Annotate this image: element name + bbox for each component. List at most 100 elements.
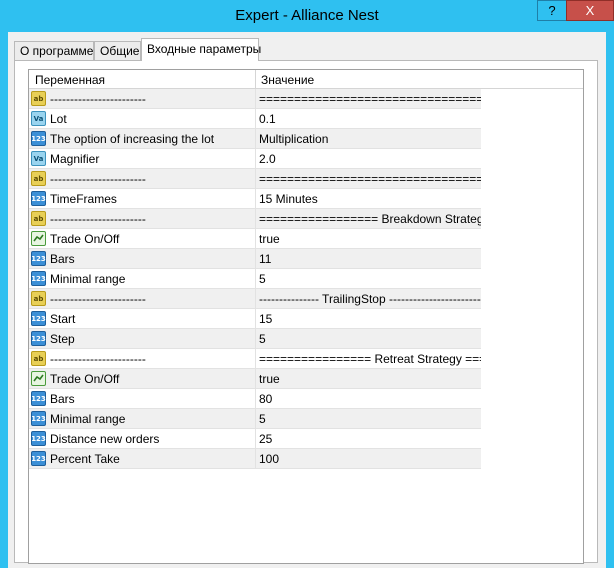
tab-input-parameters[interactable]: Входные параметры <box>141 38 261 61</box>
parameter-name: Start <box>50 312 76 326</box>
cell-divider <box>255 429 256 449</box>
parameter-value[interactable]: --------------- TrailingStop -----------… <box>259 292 481 306</box>
boolean-icon <box>31 371 46 386</box>
window-title: Expert - Alliance Nest <box>235 7 379 24</box>
table-row[interactable]: 123 Start 15 <box>29 309 481 329</box>
parameter-value[interactable]: 11 <box>259 252 481 266</box>
parameter-value[interactable]: true <box>259 372 481 386</box>
cell-divider <box>255 89 256 109</box>
parameter-name: Minimal range <box>50 272 126 286</box>
cell-divider <box>255 369 256 389</box>
table-row[interactable]: ab ------------------------ ==============… <box>29 209 481 229</box>
table-row[interactable]: Trade On/Off true <box>29 229 481 249</box>
window-frame-left <box>0 32 8 568</box>
parameter-value[interactable]: 5 <box>259 412 481 426</box>
parameter-name: TimeFrames <box>50 192 117 206</box>
table-row[interactable]: 123 Percent Take 100 <box>29 449 481 469</box>
cell-divider <box>255 449 256 469</box>
parameter-value[interactable]: Multiplication <box>259 132 481 146</box>
integer-icon: 123 <box>31 391 46 406</box>
table-row[interactable]: Trade On/Off true <box>29 369 481 389</box>
parameter-value[interactable]: 5 <box>259 272 481 286</box>
table-row[interactable]: Va Lot 0.1 <box>29 109 481 129</box>
cell-divider <box>255 389 256 409</box>
table-row[interactable]: 123 The option of increasing the lot Multi… <box>29 129 481 149</box>
parameter-name: ------------------------ <box>50 92 146 106</box>
cell-divider <box>255 249 256 269</box>
parameter-name: Distance new orders <box>50 432 160 446</box>
table-row[interactable]: ab ------------------------ ==============… <box>29 169 481 189</box>
parameters-grid: Переменная Значение ab ------------------… <box>28 69 584 564</box>
parameter-name: Minimal range <box>50 412 126 426</box>
parameter-value[interactable]: 15 <box>259 312 481 326</box>
integer-icon: 123 <box>31 331 46 346</box>
boolean-icon <box>31 231 46 246</box>
parameter-value[interactable]: ====================================... <box>259 92 481 106</box>
tab-about[interactable]: О программе <box>14 41 94 60</box>
parameter-name: Bars <box>50 392 75 406</box>
parameter-value[interactable]: 25 <box>259 432 481 446</box>
parameter-value[interactable]: 15 Minutes <box>259 192 481 206</box>
cell-divider <box>255 109 256 129</box>
tab-general[interactable]: Общие <box>94 41 141 60</box>
parameter-value[interactable]: ================= Breakdown Strategy ===… <box>259 212 481 226</box>
grid-header: Переменная Значение <box>29 70 583 89</box>
parameter-value[interactable]: 2.0 <box>259 152 481 166</box>
table-row[interactable]: 123 Minimal range 5 <box>29 269 481 289</box>
table-row[interactable]: ab ------------------------ ==============… <box>29 349 481 369</box>
parameter-value[interactable]: true <box>259 232 481 246</box>
table-row[interactable]: ab ------------------------ ==============… <box>29 89 481 109</box>
string-icon: ab <box>31 291 46 306</box>
parameter-name: Trade On/Off <box>50 372 120 386</box>
column-divider[interactable] <box>255 70 256 89</box>
parameter-name: Trade On/Off <box>50 232 120 246</box>
parameter-value[interactable]: 100 <box>259 452 481 466</box>
close-button[interactable]: X <box>566 0 614 21</box>
parameter-value[interactable]: 0.1 <box>259 112 481 126</box>
help-icon: ? <box>548 3 556 18</box>
parameter-value[interactable]: ================ Retreat Strategy ====..… <box>259 352 481 366</box>
integer-icon: 123 <box>31 431 46 446</box>
cell-divider <box>255 309 256 329</box>
table-row[interactable]: ab ------------------------ --------------… <box>29 289 481 309</box>
table-row[interactable]: 123 Distance new orders 25 <box>29 429 481 449</box>
string-icon: ab <box>31 351 46 366</box>
integer-icon: 123 <box>31 311 46 326</box>
table-row[interactable]: 123 Minimal range 5 <box>29 409 481 429</box>
cell-divider <box>255 289 256 309</box>
double-icon: Va <box>31 151 46 166</box>
cell-divider <box>255 329 256 349</box>
cell-divider <box>255 349 256 369</box>
parameter-name: ------------------------ <box>50 352 146 366</box>
table-row[interactable]: Va Magnifier 2.0 <box>29 149 481 169</box>
column-header-value[interactable]: Значение <box>261 73 314 87</box>
cell-divider <box>255 129 256 149</box>
table-row[interactable]: 123 Bars 80 <box>29 389 481 409</box>
parameter-name: Lot <box>50 112 67 126</box>
string-icon: ab <box>31 171 46 186</box>
cell-divider <box>255 189 256 209</box>
integer-icon: 123 <box>31 451 46 466</box>
parameter-value[interactable]: 80 <box>259 392 481 406</box>
string-icon: ab <box>31 211 46 226</box>
table-row[interactable]: 123 Bars 11 <box>29 249 481 269</box>
column-header-variable[interactable]: Переменная <box>35 73 105 87</box>
parameter-name: Step <box>50 332 75 346</box>
tab-panel: Переменная Значение ab ------------------… <box>14 60 598 564</box>
parameter-value[interactable]: ====================================... <box>259 172 481 186</box>
parameter-name: Magnifier <box>50 152 100 166</box>
title-bar: Expert - Alliance Nest ? X <box>0 0 614 32</box>
window-frame-right <box>606 32 614 568</box>
help-button[interactable]: ? <box>537 0 567 21</box>
table-row[interactable]: 123 Step 5 <box>29 329 481 349</box>
table-row[interactable]: 123 TimeFrames 15 Minutes <box>29 189 481 209</box>
integer-icon: 123 <box>31 271 46 286</box>
parameter-value[interactable]: 5 <box>259 332 481 346</box>
parameter-name: ------------------------ <box>50 292 146 306</box>
cell-divider <box>255 149 256 169</box>
close-icon: X <box>585 3 595 18</box>
parameter-name: ------------------------ <box>50 212 146 226</box>
integer-icon: 123 <box>31 411 46 426</box>
string-icon: ab <box>31 91 46 106</box>
parameter-name: Bars <box>50 252 75 266</box>
